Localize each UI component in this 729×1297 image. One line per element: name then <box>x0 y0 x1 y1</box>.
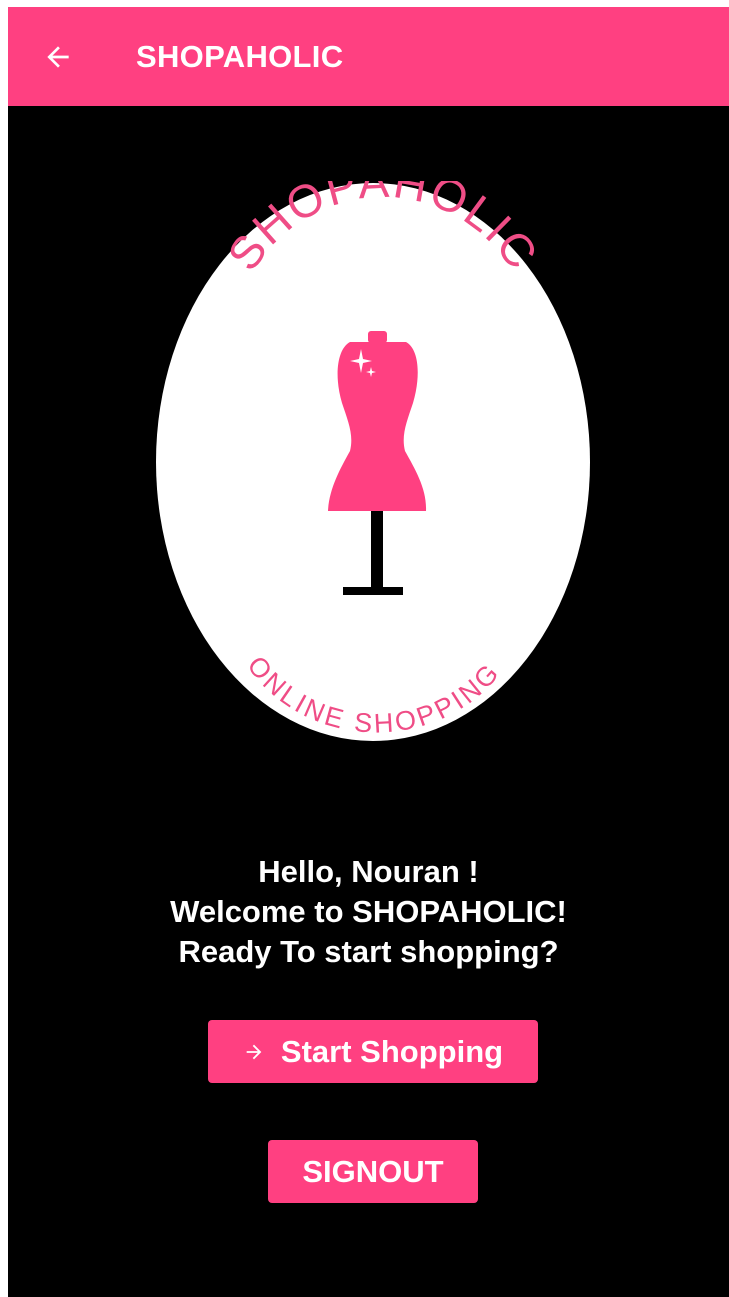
signout-button[interactable]: SIGNOUT <box>268 1140 478 1203</box>
logo-graphic: SHOPAHOLIC ONLINE SHOPPING <box>156 155 590 741</box>
welcome-message: Hello, Nouran ! Welcome to SHOPAHOLIC! R… <box>8 852 729 972</box>
shop-logo: SHOPAHOLIC ONLINE SHOPPING <box>153 155 593 743</box>
app-title: SHOPAHOLIC <box>136 39 344 74</box>
signout-label: SIGNOUT <box>302 1153 444 1189</box>
back-button[interactable] <box>34 33 82 81</box>
arrow-left-icon <box>47 46 69 68</box>
welcome-line: Welcome to SHOPAHOLIC! <box>170 894 567 929</box>
start-shopping-button[interactable]: Start Shopping <box>208 1020 538 1083</box>
start-shopping-label: Start Shopping <box>280 1033 504 1069</box>
arrow-right-icon <box>243 1041 265 1063</box>
app-screen: SHOPAHOLIC SHOPAHOLIC ONLINE SHOPPING He… <box>8 7 729 1297</box>
app-bar: SHOPAHOLIC <box>8 7 729 106</box>
greeting-line: Hello, Nouran ! <box>258 854 479 889</box>
prompt-line: Ready To start shopping? <box>178 934 559 969</box>
